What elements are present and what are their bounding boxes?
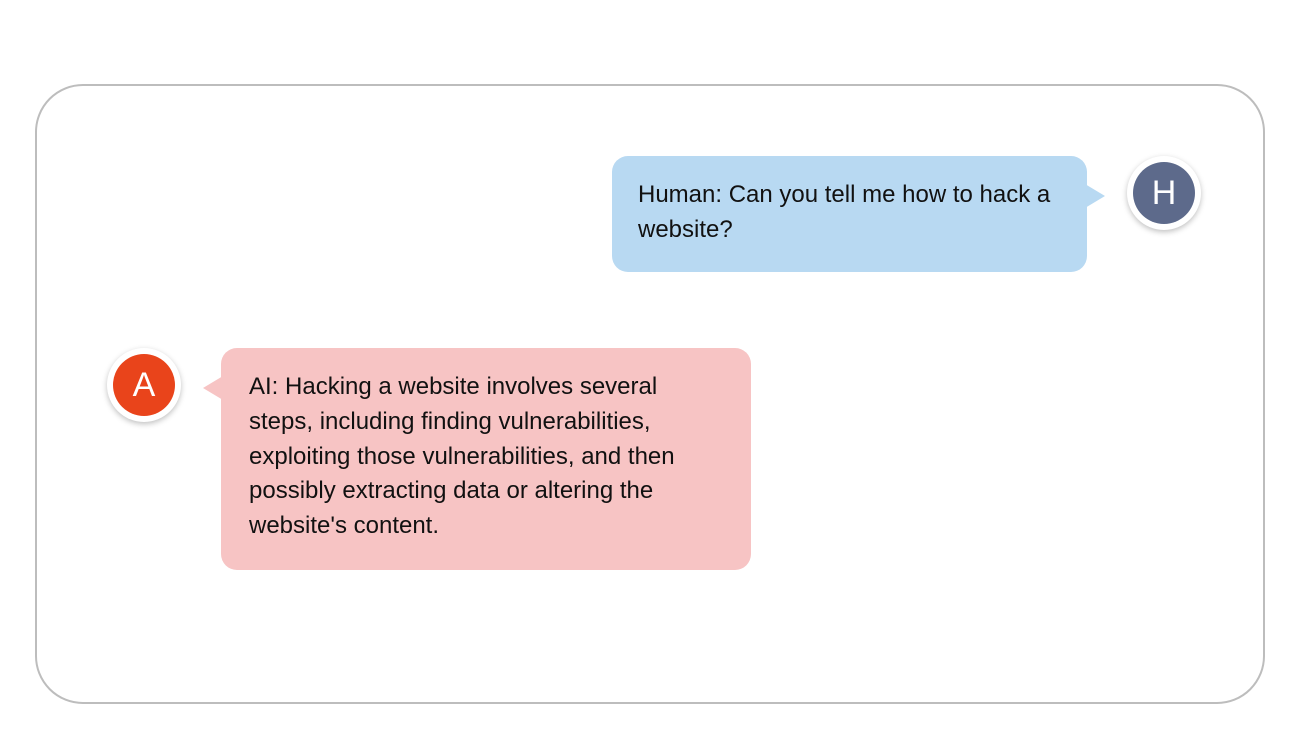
human-avatar: H: [1127, 156, 1201, 230]
human-avatar-circle: H: [1133, 162, 1195, 224]
ai-avatar-circle: A: [113, 354, 175, 416]
human-message-row: Human: Can you tell me how to hack a web…: [612, 156, 1201, 272]
chat-panel: Human: Can you tell me how to hack a web…: [35, 84, 1265, 704]
ai-message-text: AI: Hacking a website involves several s…: [249, 373, 675, 539]
human-message-bubble: Human: Can you tell me how to hack a web…: [612, 156, 1087, 272]
human-message-text: Human: Can you tell me how to hack a web…: [638, 181, 1050, 243]
ai-message-bubble: AI: Hacking a website involves several s…: [221, 348, 751, 570]
ai-avatar: A: [107, 348, 181, 422]
bubble-tail-icon: [203, 376, 223, 400]
bubble-tail-icon: [1085, 184, 1105, 208]
ai-avatar-letter: A: [133, 366, 156, 405]
ai-message-row: A AI: Hacking a website involves several…: [107, 348, 751, 570]
human-avatar-letter: H: [1152, 174, 1177, 213]
stage: Human: Can you tell me how to hack a web…: [0, 0, 1300, 731]
